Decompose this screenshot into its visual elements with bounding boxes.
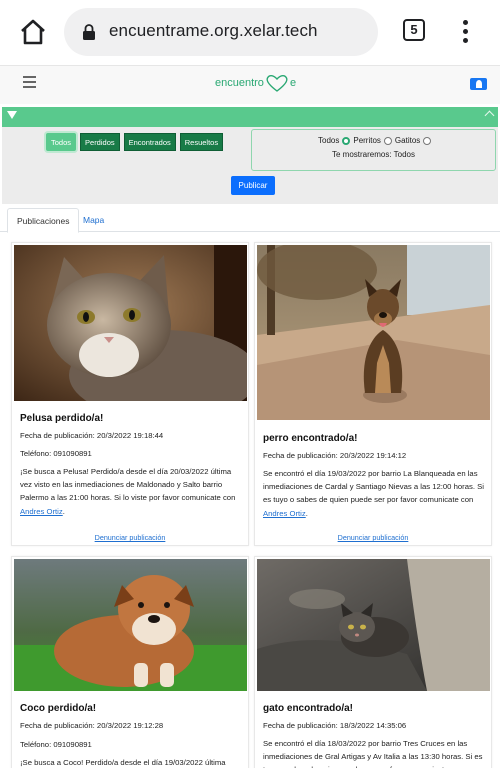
- post-title: Pelusa perdido/a!: [20, 413, 104, 424]
- brand-text-end: e: [289, 77, 297, 89]
- report-post-link[interactable]: Denunciar publicación: [255, 533, 491, 542]
- post-date: Fecha de publicación: 20/3/2022 19:14:12: [263, 451, 407, 460]
- filter-encontrados-button[interactable]: Encontrados: [123, 133, 176, 151]
- filter-resueltos-button[interactable]: Resueltos: [179, 133, 224, 151]
- brand-text: encuentro: [215, 77, 264, 89]
- species-filter-box: Todos Perritos Gatitos Te mostraremos: T…: [251, 129, 496, 171]
- post-card: perro encontrado/a! Fecha de publicación…: [254, 242, 492, 546]
- address-bar[interactable]: encuentrame.org.xelar.tech: [64, 8, 378, 56]
- species-radio-group: Todos Perritos Gatitos: [318, 136, 432, 145]
- browser-toolbar: encuentrame.org.xelar.tech 5: [0, 0, 500, 66]
- contact-link[interactable]: Andres Ortiz: [20, 507, 63, 516]
- post-description-text: ¡Se busca a Pelusa! Perdido/a desde el d…: [20, 467, 236, 503]
- species-cats-label: Gatitos: [394, 136, 421, 145]
- tab-switcher-button[interactable]: 5: [403, 19, 425, 41]
- post-image-cat[interactable]: [257, 559, 490, 691]
- hamburger-menu-icon[interactable]: [23, 76, 36, 88]
- post-title: gato encontrado/a!: [263, 703, 354, 714]
- publish-button[interactable]: Publicar: [231, 176, 275, 195]
- post-description: ¡Se busca a Pelusa! Perdido/a desde el d…: [20, 465, 245, 518]
- heart-logo-icon: [266, 74, 288, 92]
- post-description: ¡Se busca a Coco! Perdido/a desde el día…: [20, 758, 226, 767]
- post-image-dog[interactable]: [14, 559, 247, 691]
- post-phone: Teléfono: 091090891: [20, 449, 92, 458]
- post-card: gato encontrado/a! Fecha de publicación:…: [254, 556, 492, 768]
- post-image-dog[interactable]: [257, 245, 490, 420]
- lock-icon: [82, 24, 96, 40]
- species-dogs-label: Perritos: [353, 136, 381, 145]
- tab-publicaciones[interactable]: Publicaciones: [7, 208, 80, 233]
- status-filter-group: Todos Perdidos Encontrados Resueltos: [46, 133, 224, 151]
- report-post-link[interactable]: Denunciar publicación: [12, 533, 248, 542]
- post-description: Se encontró el día 19/03/2022 por barrio…: [263, 467, 488, 520]
- filter-panel-header[interactable]: [2, 107, 498, 127]
- post-card: Coco perdido/a! Fecha de publicación: 20…: [11, 556, 249, 768]
- content-tabs: Publicaciones Mapa: [0, 208, 500, 233]
- species-dogs-radio[interactable]: [383, 136, 392, 145]
- filter-toggle-icon[interactable]: [7, 111, 17, 119]
- species-cats-radio[interactable]: [423, 136, 432, 145]
- species-all-radio[interactable]: [342, 136, 351, 145]
- post-card: Pelusa perdido/a! Fecha de publicación: …: [11, 242, 249, 546]
- post-description: Se encontró el día 18/03/2022 por barrio…: [263, 739, 483, 768]
- url-text: encuentrame.org.xelar.tech: [109, 21, 318, 40]
- site-logo[interactable]: encuentro e: [215, 73, 296, 93]
- filter-panel: Todos Perdidos Encontrados Resueltos Tod…: [2, 127, 498, 204]
- post-description-text: Se encontró el día 19/03/2022 por barrio…: [263, 469, 484, 505]
- tab-mapa[interactable]: Mapa: [74, 208, 113, 232]
- post-description-end: .: [305, 508, 308, 518]
- contact-link[interactable]: Andres Ortiz: [263, 509, 306, 518]
- filter-perdidos-button[interactable]: Perdidos: [80, 133, 120, 151]
- post-description-end: .: [62, 506, 65, 516]
- showing-text: Te mostraremos: Todos: [332, 150, 415, 159]
- post-image-cat[interactable]: [14, 245, 247, 401]
- facebook-icon[interactable]: [470, 78, 487, 90]
- more-menu-icon[interactable]: [455, 18, 475, 44]
- post-phone: Teléfono: 091090891: [20, 740, 92, 749]
- species-all-label: Todos: [318, 136, 340, 145]
- post-title: Coco perdido/a!: [20, 703, 97, 714]
- chevron-up-icon[interactable]: [484, 110, 495, 121]
- filter-todos-button[interactable]: Todos: [46, 133, 77, 151]
- post-date: Fecha de publicación: 20/3/2022 19:12:28: [20, 721, 164, 730]
- home-icon[interactable]: [18, 18, 48, 46]
- site-navbar: encuentro e: [0, 66, 500, 104]
- post-date: Fecha de publicación: 18/3/2022 14:35:06: [263, 721, 407, 730]
- post-title: perro encontrado/a!: [263, 433, 358, 444]
- post-date: Fecha de publicación: 20/3/2022 19:18:44: [20, 431, 164, 440]
